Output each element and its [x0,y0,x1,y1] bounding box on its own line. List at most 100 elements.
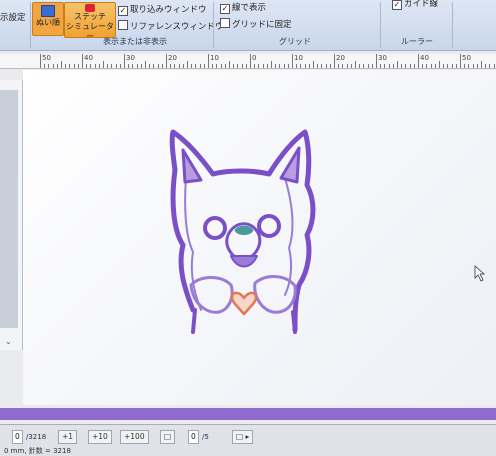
ruler-tick [355,61,356,68]
ruler-tick [485,64,487,68]
ruler-tick [329,64,331,68]
line-display-checkbox[interactable]: ✓ 線で表示 [220,2,266,14]
ruler-tick [376,54,377,68]
side-panel-list [0,90,18,328]
ruler-tick [203,64,205,68]
ruler-tick [119,64,121,68]
ruler-tick [464,64,466,68]
ruler-tick [103,61,104,68]
ruler-tick [69,64,71,68]
scroll-down-icon[interactable]: ⌄ [5,337,12,346]
ruler-group-label: ルーラー [401,37,433,46]
ruler-tick [212,64,214,68]
step-plus100-button[interactable]: +100 [120,430,149,444]
ruler-tick [304,64,306,68]
ruler-tick [153,64,155,68]
checkmark-icon: ✓ [220,4,230,14]
step-plus10-button[interactable]: +10 [88,430,112,444]
ruler-tick [40,54,41,68]
ribbon-separator [452,2,453,48]
grid-fix-checkbox[interactable]: グリッドに固定 [220,18,292,30]
step-plus1-button[interactable]: +1 [58,430,78,444]
ruler-tick [224,64,226,68]
stitch-order-icon [41,5,55,17]
ruler-tick [271,61,272,68]
ruler-tick [287,64,289,68]
ruler-tick [44,64,46,68]
ruler-label: 50 [42,54,51,62]
body-left [191,308,197,334]
color-prev-button[interactable]: □ [160,430,176,444]
ribbon-toolbar: 示設定 ぬい順 ステッチ シミュレーター ✓ 取り込みウィンドウ リファレンスウィ… [0,0,496,51]
color-number-field[interactable]: 0 [188,430,199,444]
display-group-label: 表示または非表示 [103,37,167,46]
ruler-tick [443,64,445,68]
stitch-total: /3218 [26,433,47,441]
ruler-tick [275,64,277,68]
ruler-label: 20 [168,54,177,62]
stitch-number-field[interactable]: 0 [12,430,23,444]
ruler-tick [166,54,167,68]
ruler-tick [350,64,352,68]
ruler-label: 30 [126,54,135,62]
ruler-tick [258,64,260,68]
reference-window-label: リファレンスウィンドウ [130,22,224,32]
ruler-tick [161,64,163,68]
ruler-tick [493,64,495,68]
stitch-simulator-icon [85,4,95,12]
ruler-tick [384,64,386,68]
ruler-tick [233,64,235,68]
ribbon-separator [30,2,31,48]
ruler-tick [447,64,449,68]
ruler-tick [476,64,478,68]
mouse-cursor-icon [474,265,486,282]
import-window-label: 取り込みウィンドウ [130,5,207,15]
checkmark-icon: ✓ [118,6,128,16]
ruler-tick [342,64,344,68]
ruler-tick [388,64,390,68]
ruler-tick [321,64,323,68]
ruler-tick [208,54,209,68]
ruler-tick [472,64,474,68]
line-display-label: 線で表示 [232,3,267,13]
stitch-simulator-button[interactable]: ステッチ シミュレーター [64,2,116,41]
stitch-order-button[interactable]: ぬい順 [32,2,64,36]
ruler-tick [61,61,62,68]
ruler-tick [170,64,172,68]
ruler-tick [115,64,117,68]
guide-line-checkbox[interactable]: ✓ ガイド線 [392,0,438,10]
color-total: /5 [202,433,209,441]
ruler-tick [418,54,419,68]
ribbon-separator [213,2,214,48]
ruler-tick [195,64,197,68]
ruler-tick [430,64,432,68]
import-window-checkbox[interactable]: ✓ 取り込みウィンドウ [118,4,207,16]
ruler-label: 10 [210,54,219,62]
ruler-tick [426,64,428,68]
nose [234,225,254,235]
ruler-tick [178,64,180,68]
ruler-tick [77,64,79,68]
ruler-tick [455,64,457,68]
ruler-tick [65,64,67,68]
ruler-label: 10 [294,54,303,62]
ruler-tick [191,64,193,68]
right-eye [257,214,281,238]
reference-window-checkbox[interactable]: リファレンスウィンドウ [118,20,223,32]
ruler-tick [338,64,340,68]
ruler-tick [489,64,491,68]
ruler-tick [300,64,302,68]
design-canvas[interactable] [23,70,496,405]
color-next-button[interactable]: □ ▸ [232,430,254,444]
left-eye [203,216,227,240]
ruler-tick [174,64,176,68]
ruler-tick [359,64,361,68]
ruler-label: 40 [84,54,93,62]
ribbon-separator [380,2,381,48]
ruler-tick [98,64,100,68]
ruler-tick [380,64,382,68]
left-paw [189,276,234,314]
ruler-tick [94,64,96,68]
ruler-tick [132,64,134,68]
horizontal-scrollbar[interactable] [0,408,496,420]
